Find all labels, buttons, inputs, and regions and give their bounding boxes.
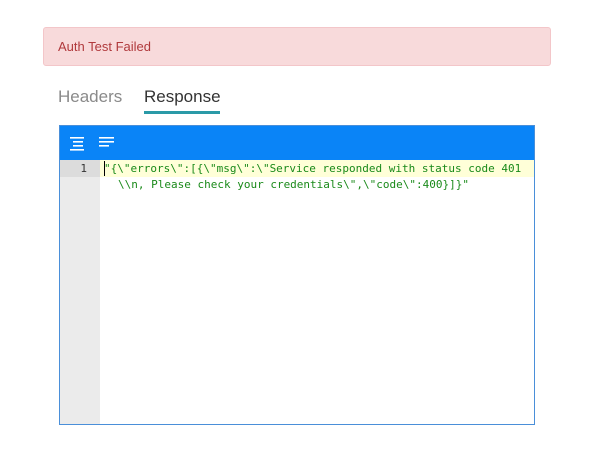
alert-message: Auth Test Failed — [58, 39, 151, 54]
compact-button[interactable] — [97, 134, 117, 152]
code-area[interactable]: "{\"errors\":[{\"msg\":\"Service respond… — [100, 160, 534, 424]
format-button[interactable] — [68, 134, 88, 152]
line-number: 1 — [80, 162, 87, 175]
response-body-text: "{\"errors\":[{\"msg\":\"Service respond… — [104, 162, 522, 191]
text-cursor — [104, 161, 105, 176]
editor-toolbar — [60, 126, 534, 160]
response-editor[interactable]: 1 "{\"errors\":[{\"msg\":\"Service respo… — [59, 125, 535, 425]
tab-response[interactable]: Response — [144, 85, 221, 109]
auth-failed-alert: Auth Test Failed — [43, 27, 551, 66]
format-icon — [70, 137, 84, 151]
line-number-gutter: 1 — [60, 160, 100, 424]
compact-icon — [99, 137, 114, 147]
tab-headers[interactable]: Headers — [58, 85, 122, 109]
active-tab-indicator — [144, 111, 220, 114]
